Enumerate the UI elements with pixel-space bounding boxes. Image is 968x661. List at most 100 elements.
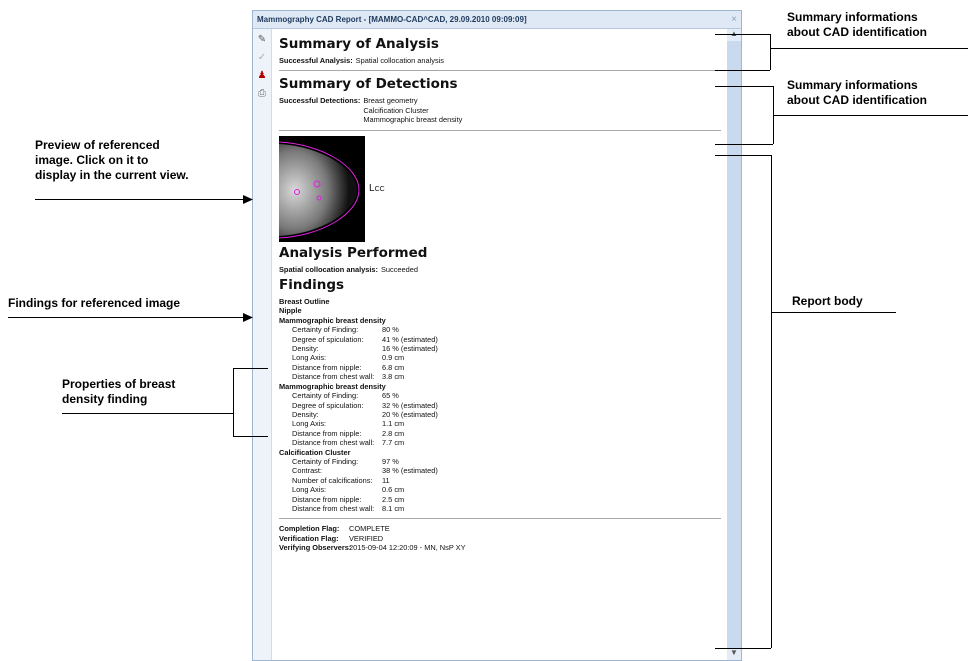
- cad-report-window: Mammography CAD Report - [MAMMO-CAD^CAD,…: [252, 10, 742, 661]
- divider: [279, 129, 721, 131]
- breast-image-icon: [279, 141, 360, 239]
- property-value: 80 %: [382, 325, 399, 335]
- finding-group: Mammographic breast density Certainty of…: [279, 382, 721, 448]
- successful-detections-values: Breast geometry Calcification Cluster Ma…: [363, 96, 462, 124]
- property-name: Distance from chest wall:: [292, 503, 375, 513]
- finding-property: Long Axis: 1.1 cm: [279, 419, 721, 428]
- vertical-scrollbar[interactable]: ▲ ▼: [727, 29, 741, 660]
- property-name: Density:: [292, 344, 319, 354]
- callout-arrow-line: [35, 199, 247, 200]
- callout-connector: [771, 312, 896, 313]
- property-value: 65 %: [382, 391, 399, 401]
- finding-property: Distance from chest wall: 3.8 cm: [279, 372, 721, 381]
- property-name: Certainty of Finding:: [292, 456, 359, 466]
- finding-property: Long Axis: 0.6 cm: [279, 485, 721, 494]
- callout-findings: Findings for referenced image: [8, 296, 180, 311]
- footer-row: Verifying Observers: 2015-09-04 12:20:09 …: [279, 543, 721, 552]
- callout-connector: [62, 413, 233, 414]
- detection-item: Breast geometry: [363, 96, 418, 106]
- property-name: Certainty of Finding:: [292, 325, 359, 335]
- finding-title: Calcification Cluster: [279, 447, 351, 457]
- property-value: 1.1 cm: [382, 419, 405, 429]
- callout-connector: [715, 86, 773, 87]
- callout-connector: [715, 34, 770, 35]
- finding-property: Distance from nipple: 2.8 cm: [279, 429, 721, 438]
- property-value: 3.8 cm: [382, 372, 405, 382]
- property-value: 0.9 cm: [382, 353, 405, 363]
- finding-property: Number of calcifications: 11: [279, 476, 721, 485]
- finding-group: Calcification Cluster Certainty of Findi…: [279, 448, 721, 514]
- property-value: 7.7 cm: [382, 438, 405, 448]
- property-value: 2.8 cm: [382, 428, 405, 438]
- finding-property: Density: 20 % (estimated): [279, 410, 721, 419]
- callout-line: Summary informations: [787, 10, 918, 24]
- callout-line: Summary informations: [787, 78, 918, 92]
- finding-nipple: Nipple: [279, 306, 302, 316]
- property-value: 6.8 cm: [382, 362, 405, 372]
- footer-value: 2015-09-04 12:20:09 - MN, NsP XY: [349, 543, 466, 553]
- image-preview-row: LCC: [279, 135, 721, 242]
- scroll-down-icon[interactable]: ▼: [727, 648, 741, 660]
- property-value: 16 % (estimated): [382, 344, 438, 354]
- successful-analysis-row: Successful Analysis: Spatial collocation…: [279, 56, 721, 65]
- pencil-icon[interactable]: ✎: [255, 33, 269, 47]
- callout-line: Properties of breast: [62, 377, 176, 391]
- analysis-performed-value: Succeeded: [380, 264, 418, 274]
- callout-line: about CAD identification: [787, 93, 927, 107]
- callout-connector: [770, 48, 968, 49]
- property-value: 20 % (estimated): [382, 409, 438, 419]
- footer-label: Verification Flag:: [279, 533, 339, 543]
- callout-line: image. Click on it to: [35, 153, 149, 167]
- property-name: Degree of spiculation:: [292, 334, 364, 344]
- property-name: Long Axis:: [292, 419, 327, 429]
- findings-list: Breast Outline Nipple Mammographic breas…: [279, 297, 721, 513]
- property-name: Degree of spiculation:: [292, 400, 364, 410]
- findings-heading: Findings: [279, 277, 345, 294]
- arrow-head-icon: [243, 195, 253, 204]
- callout-connector: [233, 436, 268, 437]
- property-value: 32 % (estimated): [382, 400, 438, 410]
- callout-summary-analysis: Summary informations about CAD identific…: [787, 10, 927, 40]
- detection-item: Mammographic breast density: [363, 115, 463, 125]
- stamp-icon[interactable]: ♟: [255, 69, 269, 83]
- finding-property: Distance from nipple: 2.5 cm: [279, 495, 721, 504]
- successful-detections-label: Successful Detections:: [279, 96, 361, 106]
- mammogram-thumbnail[interactable]: [279, 135, 365, 242]
- callout-preview: Preview of referenced image. Click on it…: [35, 138, 189, 183]
- successful-analysis-label: Successful Analysis:: [279, 56, 353, 65]
- check-icon[interactable]: ✓: [255, 51, 269, 65]
- callout-connector: [715, 144, 773, 145]
- print-icon[interactable]: ⎙: [255, 87, 269, 101]
- finding-property: Certainty of Finding: 97 %: [279, 457, 721, 466]
- report-content: Summary of Analysis Successful Analysis:…: [279, 33, 721, 660]
- finding-property: Density: 16 % (estimated): [279, 344, 721, 353]
- finding-title: Mammographic breast density: [279, 381, 386, 391]
- detection-item: Calcification Cluster: [363, 105, 429, 115]
- property-value: 38 % (estimated): [382, 466, 438, 476]
- callout-connector: [771, 155, 772, 648]
- view-position: CC: [374, 186, 385, 194]
- summary-analysis-heading: Summary of Analysis: [279, 36, 439, 52]
- footer-label: Completion Flag:: [279, 524, 340, 534]
- property-name: Density:: [292, 409, 319, 419]
- close-icon[interactable]: ×: [731, 11, 737, 28]
- scroll-up-icon[interactable]: ▲: [727, 29, 741, 41]
- property-value: 41 % (estimated): [382, 334, 438, 344]
- callout-arrow-line: [8, 317, 247, 318]
- analysis-performed-heading: Analysis Performed: [279, 244, 428, 261]
- property-value: 8.1 cm: [382, 503, 405, 513]
- finding-property: Distance from chest wall: 7.7 cm: [279, 438, 721, 447]
- window-title: Mammography CAD Report - [MAMMO-CAD^CAD,…: [257, 15, 527, 24]
- window-titlebar[interactable]: Mammography CAD Report - [MAMMO-CAD^CAD,…: [253, 11, 741, 29]
- callout-connector: [233, 368, 268, 369]
- callout-line: Report body: [792, 294, 863, 308]
- divider: [279, 70, 721, 72]
- property-value: 97 %: [382, 456, 399, 466]
- successful-detections-row: Successful Detections: Breast geometry C…: [279, 96, 721, 124]
- callout-report-body: Report body: [792, 294, 863, 309]
- finding-title: Mammographic breast density: [279, 315, 386, 325]
- callout-connector: [233, 368, 234, 437]
- callout-line: about CAD identification: [787, 25, 927, 39]
- callout-line: display in the current view.: [35, 168, 189, 182]
- view-label: LCC: [369, 183, 385, 194]
